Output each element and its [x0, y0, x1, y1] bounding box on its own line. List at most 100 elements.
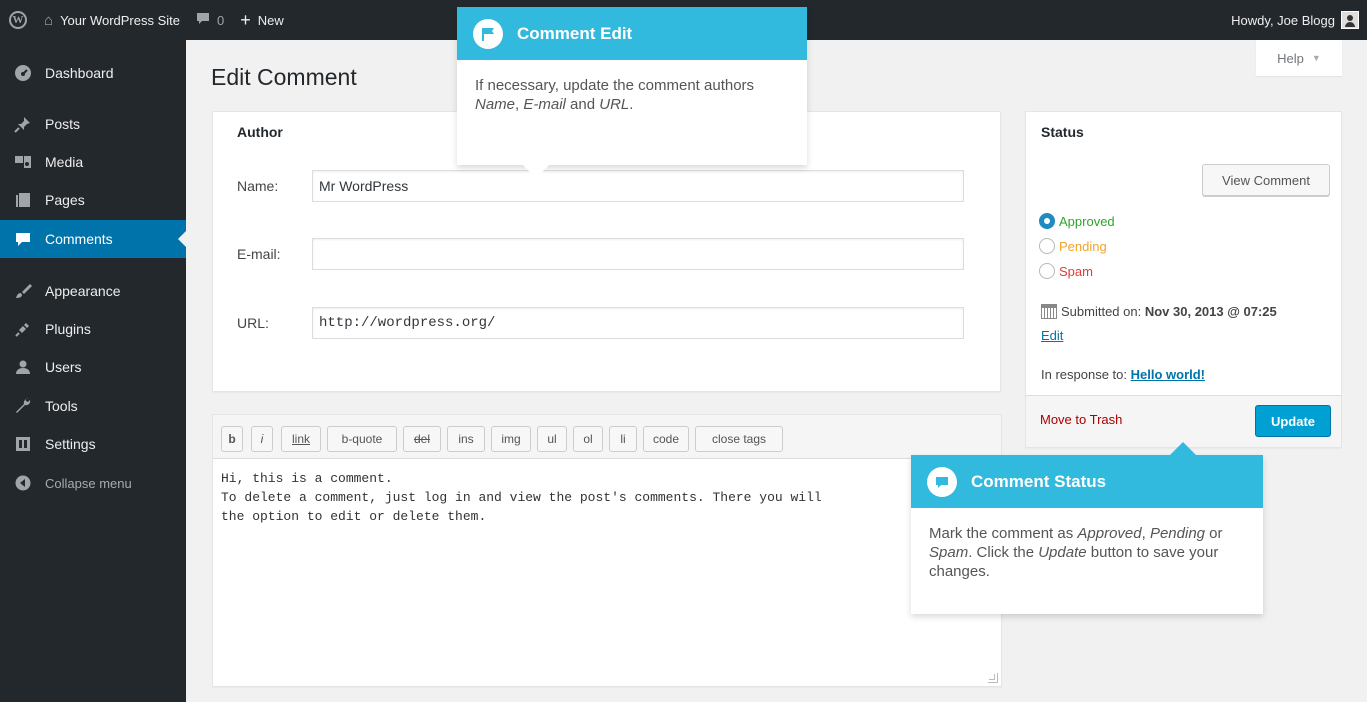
- wrench-icon: [12, 396, 34, 416]
- sidebar-item-media[interactable]: Media: [0, 143, 186, 181]
- pointer-emphasis: URL: [599, 96, 630, 113]
- sidebar-item-label: Users: [45, 359, 82, 375]
- site-name-link[interactable]: ⌂ Your WordPress Site: [36, 0, 188, 40]
- sidebar-item-label: Tools: [45, 398, 78, 414]
- pointer-body: If necessary, update the comment authors…: [457, 60, 807, 130]
- code-button[interactable]: code: [643, 426, 689, 452]
- comment-textarea[interactable]: Hi, this is a comment. To delete a comme…: [221, 469, 911, 526]
- my-account-link[interactable]: Howdy, Joe Blogg: [1223, 0, 1367, 40]
- avatar: [1341, 11, 1359, 29]
- pin-icon: [12, 114, 34, 134]
- pointer-emphasis: Approved: [1077, 525, 1142, 542]
- submitted-prefix: Submitted on:: [1061, 304, 1142, 319]
- blockquote-button[interactable]: b-quote: [327, 426, 397, 452]
- in-response-to: In response to: Hello world!: [1041, 367, 1205, 382]
- spam-label: Spam: [1059, 263, 1093, 279]
- in-response-prefix: In response to:: [1041, 367, 1127, 382]
- pointer-text: or: [1205, 525, 1223, 542]
- approved-radio[interactable]: [1039, 213, 1055, 229]
- pointer-header: Comment Edit: [457, 7, 807, 60]
- comment-editor: b i link b-quote del ins img ul ol li co…: [212, 414, 1002, 687]
- sidebar-item-label: Comments: [45, 231, 113, 247]
- sidebar-item-label: Media: [45, 154, 84, 170]
- pending-radio[interactable]: [1039, 238, 1055, 254]
- ul-button[interactable]: ul: [537, 426, 567, 452]
- spam-radio[interactable]: [1039, 263, 1055, 279]
- wordpress-logo-icon[interactable]: W: [0, 0, 36, 40]
- name-field[interactable]: Mr WordPress: [312, 170, 964, 202]
- pointer-text: Mark the comment as: [929, 525, 1078, 542]
- quicktags-toolbar: b i link b-quote del ins img ul ol li co…: [213, 415, 1001, 459]
- sidebar-item-comments[interactable]: Comments: [0, 220, 186, 258]
- comments-bubble-link[interactable]: 0: [188, 0, 232, 40]
- pointer-title: Comment Status: [971, 471, 1107, 491]
- help-label: Help: [1277, 50, 1304, 66]
- del-button[interactable]: del: [403, 426, 441, 452]
- status-approved-option[interactable]: Approved: [1039, 213, 1115, 229]
- pages-icon: [12, 190, 34, 210]
- new-content-link[interactable]: + New: [232, 0, 292, 40]
- pointer-emphasis: E-mail: [523, 96, 566, 113]
- li-button[interactable]: li: [609, 426, 637, 452]
- sidebar-item-settings[interactable]: Settings: [0, 425, 186, 463]
- sidebar-item-plugins[interactable]: Plugins: [0, 310, 186, 348]
- pointer-text: .: [629, 96, 634, 113]
- view-comment-button[interactable]: View Comment: [1202, 164, 1330, 196]
- help-tab-button[interactable]: Help ▼: [1256, 40, 1342, 76]
- email-label: E-mail:: [237, 246, 281, 262]
- pointer-emphasis: Update: [1038, 544, 1087, 561]
- pointer-body: Mark the comment as Approved, Pending or…: [911, 508, 1263, 597]
- sidebar-item-users[interactable]: Users: [0, 348, 186, 386]
- edit-date-link[interactable]: Edit: [1041, 328, 1063, 343]
- media-icon: [12, 152, 34, 172]
- author-box-title: Author: [237, 124, 283, 140]
- comment-edit-pointer: Comment Edit If necessary, update the co…: [457, 7, 807, 178]
- sidebar-item-label: Posts: [45, 116, 81, 132]
- img-button[interactable]: img: [491, 426, 531, 452]
- email-field[interactable]: [312, 238, 964, 270]
- pointer-text: and: [565, 96, 600, 113]
- status-pending-option[interactable]: Pending: [1039, 238, 1107, 254]
- sidebar-item-appearance[interactable]: Appearance: [0, 272, 186, 310]
- page-title: Edit Comment: [211, 64, 357, 90]
- comment-icon: [12, 229, 34, 249]
- url-field[interactable]: http://wordpress.org/: [312, 307, 964, 339]
- site-name-label: Your WordPress Site: [60, 12, 181, 28]
- resize-handle[interactable]: [988, 673, 998, 683]
- name-label: Name:: [237, 178, 279, 194]
- sidebar-item-label: Plugins: [45, 321, 91, 337]
- move-to-trash-link[interactable]: Move to Trash: [1040, 412, 1122, 427]
- pointer-emphasis: Spam: [929, 544, 969, 561]
- users-icon: [12, 357, 34, 377]
- pointer-header: Comment Status: [911, 455, 1263, 508]
- submitted-date: Nov 30, 2013 @ 07:25: [1144, 304, 1277, 319]
- home-icon: ⌂: [44, 11, 54, 29]
- sidebar-item-label: Settings: [45, 436, 96, 452]
- url-label: URL:: [237, 315, 269, 331]
- status-box: Status View Comment Approved Pending Spa…: [1025, 111, 1342, 448]
- ins-button[interactable]: ins: [447, 426, 485, 452]
- bold-button[interactable]: b: [221, 426, 243, 452]
- howdy-label: Howdy, Joe Blogg: [1231, 12, 1335, 28]
- collapse-menu-button[interactable]: Collapse menu: [0, 464, 186, 502]
- italic-button[interactable]: i: [251, 426, 273, 452]
- caret-down-icon: ▼: [1311, 53, 1321, 63]
- plug-icon: [12, 319, 34, 339]
- ol-button[interactable]: ol: [573, 426, 603, 452]
- sidebar-item-label: Pages: [45, 192, 85, 208]
- link-button[interactable]: link: [281, 426, 321, 452]
- collapse-menu-label: Collapse menu: [45, 475, 132, 491]
- update-button[interactable]: Update: [1255, 405, 1331, 437]
- pointer-text: If necessary, update the comment authors: [475, 77, 755, 94]
- comment-bubble-icon: [196, 12, 210, 29]
- pointer-text: ,: [1141, 525, 1150, 542]
- sidebar-item-posts[interactable]: Posts: [0, 105, 186, 143]
- sidebar-item-dashboard[interactable]: Dashboard: [0, 54, 186, 92]
- pending-label: Pending: [1059, 238, 1107, 254]
- sidebar-item-tools[interactable]: Tools: [0, 387, 186, 425]
- status-spam-option[interactable]: Spam: [1039, 263, 1093, 279]
- sidebar-item-pages[interactable]: Pages: [0, 181, 186, 219]
- pointer-text: . Click the: [968, 544, 1039, 561]
- in-response-link[interactable]: Hello world!: [1131, 367, 1205, 382]
- close-tags-button[interactable]: close tags: [695, 426, 783, 452]
